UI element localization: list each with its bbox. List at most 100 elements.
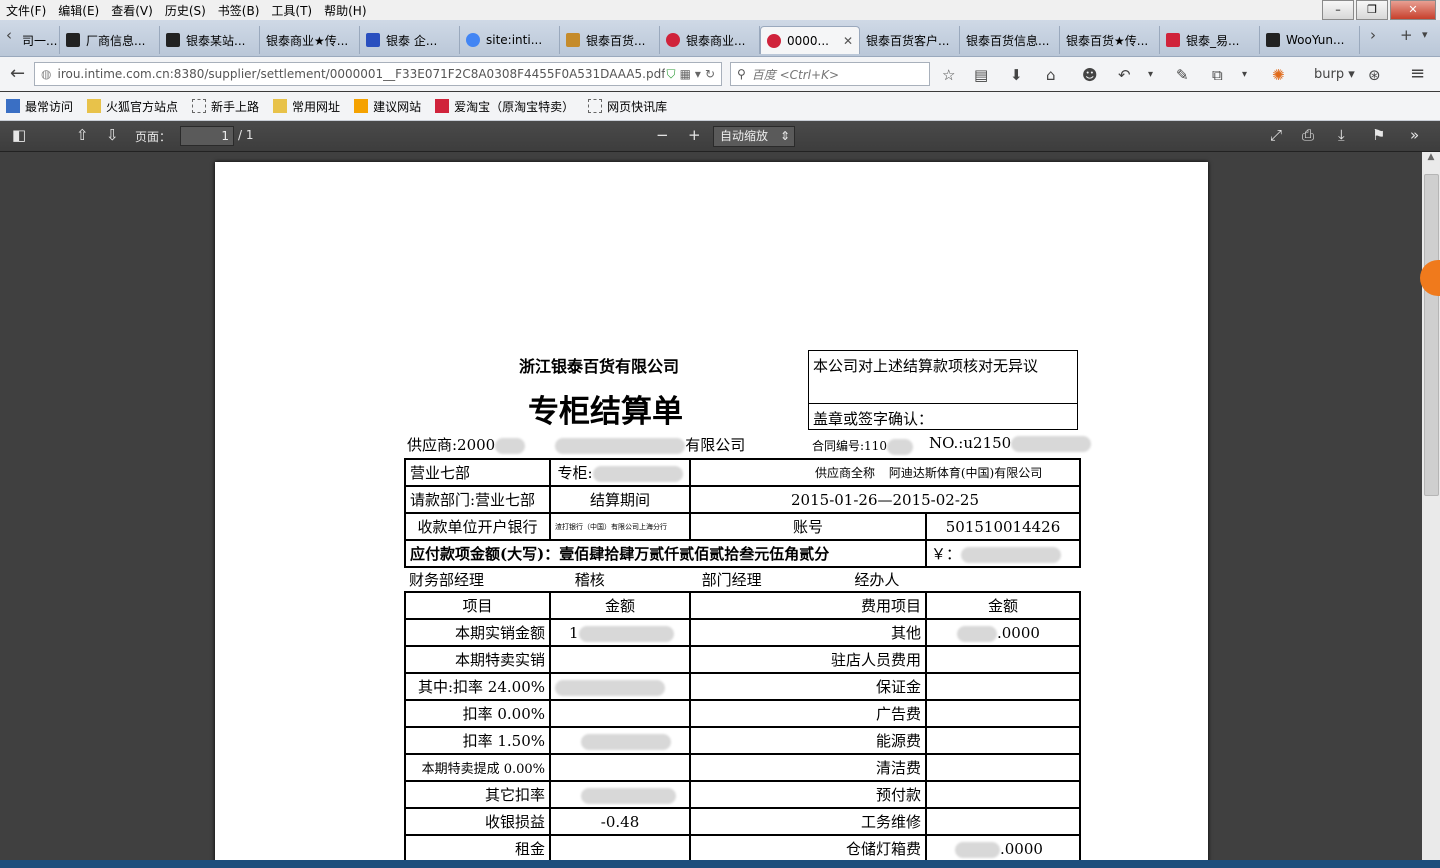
vertical-scrollbar[interactable]: ▲ [1420,152,1440,868]
bookmark-item[interactable]: 最常访问 [6,98,73,115]
burp-proxy-button[interactable]: burp ▾ [1314,67,1355,82]
screenshot-icon[interactable]: ⧉ [1212,66,1223,84]
menu-bookmarks[interactable]: 书签(B) [212,2,266,19]
tab-favicon-icon [1166,33,1180,47]
menu-edit[interactable]: 编辑(E) [52,2,105,19]
tab[interactable]: 银泰百货信息... [960,26,1060,54]
reading-list-icon[interactable]: ▤ [974,66,988,84]
url-bar[interactable]: ◍ irou.intime.com.cn:8380/supplier/settl… [34,62,722,86]
table-row: 扣率 1.50% 能源费 [404,726,1081,755]
page-label: 页面： [135,130,172,144]
bookmark-star-icon[interactable]: ☆ [942,66,955,84]
tab[interactable]: 银泰百货★传... [1060,26,1160,54]
presentation-mode-icon[interactable]: ⤢ [1270,126,1282,144]
previous-page-icon[interactable]: ⇧ [76,126,89,144]
menu-help[interactable]: 帮助(H) [318,2,372,19]
tab[interactable]: 厂商信息... [60,26,160,54]
tab[interactable]: 银泰百货客户... [860,26,960,54]
undo-icon[interactable]: ↶ [1118,66,1131,84]
supplier-fullname-cell: 供应商全称 阿迪达斯体育(中国)有限公司 [690,458,1081,487]
tab-active[interactable]: 0000... ✕ [760,26,860,54]
tab[interactable]: WooYun... [1260,26,1360,54]
bookmark-item[interactable]: 新手上路 [192,98,259,115]
qr-code-icon[interactable]: ▦ [680,67,695,81]
next-page-icon[interactable]: ⇩ [106,126,119,144]
confirm-text: 本公司对上述结算款项核对无异议 [813,357,1039,375]
redaction [592,466,683,482]
bookmark-item[interactable]: 建议网站 [354,98,421,115]
tab[interactable]: 银泰_易... [1160,26,1260,54]
table-row: 租金 仓储灯箱费 .0000 [404,834,1081,863]
chat-icon[interactable]: ☻ [1082,66,1098,84]
reload-icon[interactable]: ↻ [705,67,721,81]
sidebar-toggle-icon[interactable]: ◧ [12,126,26,144]
back-icon[interactable]: ← [10,63,25,84]
home-icon[interactable]: ⌂ [1046,66,1056,84]
table-row: 本期特卖提成 0.00% 清洁费 [404,753,1081,782]
bookmark-item[interactable]: 爱淘宝（原淘宝特卖） [435,98,574,115]
bookmark-item[interactable]: 网页快讯库 [588,98,667,115]
bookmark-item[interactable]: 常用网址 [273,98,340,115]
tools-menu-icon[interactable]: » [1410,126,1419,144]
google-icon [466,33,480,47]
table-row: 本期特卖实销 驻店人员费用 [404,645,1081,674]
menu-file[interactable]: 文件(F) [0,2,52,19]
floating-badge-icon[interactable] [1420,260,1440,296]
new-tab-icon[interactable]: + [1400,26,1413,44]
contract-number: 合同编号:110 [812,437,913,455]
scroll-up-icon[interactable]: ▲ [1422,152,1440,162]
bookmark-item[interactable]: 火狐官方站点 [87,98,178,115]
dropdown-icon[interactable]: ▾ [1148,69,1153,80]
settlement-table: 营业七部 专柜: 供应商全称 阿迪达斯体育(中国)有限公司 请款部门:营业七部 … [404,458,1081,863]
supplier-line: 供应商:2000 有限公司 [407,436,746,454]
tab[interactable]: 银泰商业... [660,26,760,54]
redaction [886,438,913,455]
request-dept-cell: 请款部门:营业七部 [404,485,551,514]
dropdown-icon[interactable]: ▾ [695,67,705,81]
extension-icon[interactable]: ✺ [1272,66,1285,84]
bookmark-view-icon[interactable]: ⚑ [1372,126,1385,144]
scrollbar-thumb[interactable] [1424,174,1439,496]
comment-icon[interactable]: ✎ [1176,66,1189,84]
hamburger-menu-icon[interactable]: ≡ [1410,63,1425,84]
signature-row: 财务部经理 稽核 部门经理 经办人 [405,566,1080,593]
minimize-button[interactable]: – [1322,0,1354,20]
page-number-input[interactable]: 1 [180,126,234,146]
page-icon [588,99,603,113]
menu-tools[interactable]: 工具(T) [265,2,318,19]
shield-icon[interactable]: ⛉ [667,67,680,82]
header-fee-item: 费用项目 [689,591,927,620]
zoom-out-icon[interactable]: − [656,126,669,144]
tab[interactable]: 司一... [16,26,60,54]
tab[interactable]: 银泰商业★传... [260,26,360,54]
zoom-select[interactable]: 自动缩放 ⇕ [713,126,795,147]
menu-view[interactable]: 查看(V) [105,2,159,19]
close-tab-icon[interactable]: ✕ [843,34,853,48]
download-icon[interactable]: ⬇ [1010,66,1023,84]
pdf-viewer[interactable]: 浙江银泰百货有限公司 专柜结算单 本公司对上述结算款项核对无异议 盖章或签字确认… [0,152,1422,868]
period-label-cell: 结算期间 [549,485,691,514]
counter-cell: 专柜: [549,458,691,487]
scroll-tabs-left-icon[interactable]: ‹ [6,26,12,44]
maximize-button[interactable]: ❐ [1356,0,1388,20]
print-icon[interactable]: ⎙ [1302,126,1314,144]
tab[interactable]: site:inti... [460,26,560,54]
search-input[interactable]: ⚲ 百度 <Ctrl+K> [730,62,930,86]
tab[interactable]: 银泰某站... [160,26,260,54]
dept-cell: 营业七部 [404,458,551,487]
tab[interactable]: 银泰百货... [560,26,660,54]
tab[interactable]: 银泰 企... [360,26,460,54]
zoom-in-icon[interactable]: + [688,126,701,144]
tab-favicon-icon [767,33,781,48]
folder-icon [87,99,102,113]
tab-list-icon[interactable]: ▾ [1422,28,1428,41]
header-amount: 金额 [549,591,691,620]
scroll-tabs-right-icon[interactable]: › [1370,26,1376,44]
menu-history[interactable]: 历史(S) [159,2,212,19]
download-pdf-icon[interactable]: ⤓ [1338,126,1345,144]
navigation-bar: ← ◍ irou.intime.com.cn:8380/supplier/set… [0,57,1440,91]
bank-label-cell: 收款单位开户银行 [404,512,551,541]
addon-icon[interactable]: ⊛ [1368,66,1381,84]
close-window-button[interactable]: ✕ [1390,0,1436,20]
dropdown-icon[interactable]: ▾ [1242,69,1247,80]
